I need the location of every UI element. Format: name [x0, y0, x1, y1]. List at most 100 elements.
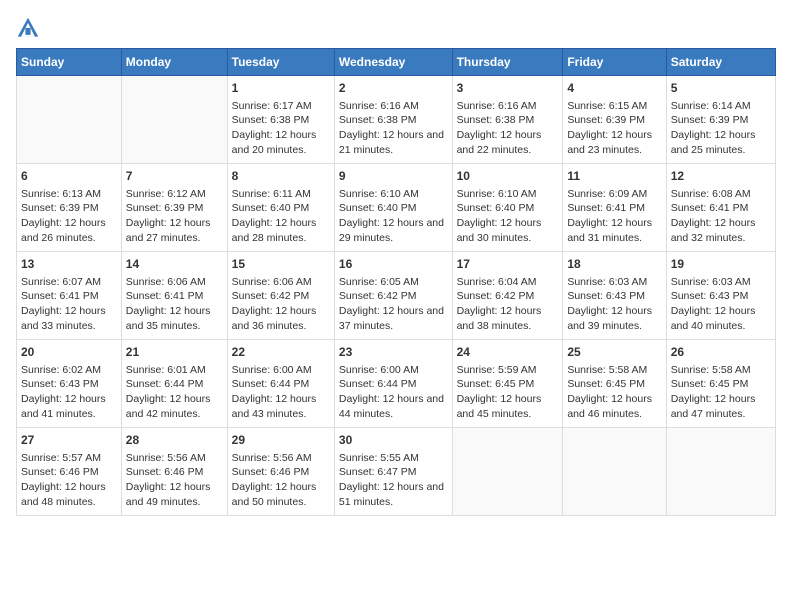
day-number: 8	[232, 168, 330, 185]
day-info: Sunset: 6:45 PM	[671, 377, 771, 392]
calendar-cell: 13Sunrise: 6:07 AMSunset: 6:41 PMDayligh…	[17, 252, 122, 340]
calendar-cell	[666, 428, 775, 516]
day-info: Sunrise: 6:07 AM	[21, 275, 117, 290]
logo	[16, 16, 44, 40]
day-number: 25	[567, 344, 661, 361]
day-info: Sunset: 6:41 PM	[671, 201, 771, 216]
calendar-cell: 4Sunrise: 6:15 AMSunset: 6:39 PMDaylight…	[563, 76, 666, 164]
calendar-cell: 27 Sunrise: 5:57 AMSunset: 6:46 PMDayligh…	[17, 428, 122, 516]
day-info: Sunrise: 6:16 AM	[457, 99, 559, 114]
logo-icon	[16, 16, 40, 40]
day-info: Daylight: 12 hours and 40 minutes.	[671, 304, 771, 333]
day-info: Daylight: 12 hours and 30 minutes.	[457, 216, 559, 245]
day-number: 2	[339, 80, 448, 97]
day-info: Daylight: 12 hours and 22 minutes.	[457, 128, 559, 157]
day-info: Daylight: 12 hours and 41 minutes.	[21, 392, 117, 421]
day-info: Sunrise: 6:04 AM	[457, 275, 559, 290]
day-info: Sunset: 6:47 PM	[339, 465, 448, 480]
calendar-cell: 19Sunrise: 6:03 AMSunset: 6:43 PMDayligh…	[666, 252, 775, 340]
day-info: Daylight: 12 hours and 29 minutes.	[339, 216, 448, 245]
calendar-cell: 30Sunrise: 5:55 AMSunset: 6:47 PMDayligh…	[334, 428, 452, 516]
calendar-week-3: 13Sunrise: 6:07 AMSunset: 6:41 PMDayligh…	[17, 252, 776, 340]
calendar-cell: 3Sunrise: 6:16 AMSunset: 6:38 PMDaylight…	[452, 76, 563, 164]
day-info: Sunrise: 5:55 AM	[339, 451, 448, 466]
day-info: Daylight: 12 hours and 26 minutes.	[21, 216, 117, 245]
day-number: 28	[126, 432, 223, 449]
day-number: 15	[232, 256, 330, 273]
day-info: Sunset: 6:41 PM	[126, 289, 223, 304]
day-info: Daylight: 12 hours and 23 minutes.	[567, 128, 661, 157]
calendar-cell: 28Sunrise: 5:56 AMSunset: 6:46 PMDayligh…	[121, 428, 227, 516]
day-info: Sunrise: 6:00 AM	[339, 363, 448, 378]
day-info: Sunrise: 6:05 AM	[339, 275, 448, 290]
day-number: 9	[339, 168, 448, 185]
day-info: Daylight: 12 hours and 27 minutes.	[126, 216, 223, 245]
day-info: Daylight: 12 hours and 37 minutes.	[339, 304, 448, 333]
day-info: Daylight: 12 hours and 51 minutes.	[339, 480, 448, 509]
day-info: Sunset: 6:39 PM	[21, 201, 117, 216]
day-info: Sunset: 6:43 PM	[21, 377, 117, 392]
day-info: Sunrise: 6:10 AM	[457, 187, 559, 202]
day-number: 22	[232, 344, 330, 361]
day-info: Daylight: 12 hours and 49 minutes.	[126, 480, 223, 509]
calendar-cell: 7Sunrise: 6:12 AMSunset: 6:39 PMDaylight…	[121, 164, 227, 252]
day-info: Daylight: 12 hours and 20 minutes.	[232, 128, 330, 157]
day-info: Sunset: 6:39 PM	[671, 113, 771, 128]
day-info: Sunset: 6:44 PM	[126, 377, 223, 392]
day-info: Daylight: 12 hours and 36 minutes.	[232, 304, 330, 333]
calendar-cell: 1Sunrise: 6:17 AMSunset: 6:38 PMDaylight…	[227, 76, 334, 164]
day-info: Sunset: 6:44 PM	[232, 377, 330, 392]
calendar-cell	[452, 428, 563, 516]
day-info: Sunrise: 6:11 AM	[232, 187, 330, 202]
day-info: Sunset: 6:40 PM	[339, 201, 448, 216]
day-info: Sunrise: 6:13 AM	[21, 187, 117, 202]
day-info: Sunset: 6:43 PM	[671, 289, 771, 304]
day-number: 5	[671, 80, 771, 97]
header-cell-wednesday: Wednesday	[334, 49, 452, 76]
day-info: Sunset: 6:45 PM	[567, 377, 661, 392]
day-info: Sunrise: 5:59 AM	[457, 363, 559, 378]
calendar-cell	[563, 428, 666, 516]
day-info: Sunrise: 6:10 AM	[339, 187, 448, 202]
header-cell-monday: Monday	[121, 49, 227, 76]
day-info: Daylight: 12 hours and 44 minutes.	[339, 392, 448, 421]
day-info: Sunrise: 6:14 AM	[671, 99, 771, 114]
day-number: 17	[457, 256, 559, 273]
calendar-week-2: 6Sunrise: 6:13 AMSunset: 6:39 PMDaylight…	[17, 164, 776, 252]
day-info: Sunrise: 5:58 AM	[567, 363, 661, 378]
day-number: 12	[671, 168, 771, 185]
calendar-cell: 23Sunrise: 6:00 AMSunset: 6:44 PMDayligh…	[334, 340, 452, 428]
day-info: Sunrise: 6:09 AM	[567, 187, 661, 202]
day-info: Sunset: 6:40 PM	[232, 201, 330, 216]
day-info: Sunrise: 6:17 AM	[232, 99, 330, 114]
day-info: Daylight: 12 hours and 32 minutes.	[671, 216, 771, 245]
day-info: Sunrise: 5:56 AM	[232, 451, 330, 466]
day-info: Sunrise: 6:02 AM	[21, 363, 117, 378]
calendar-cell: 20Sunrise: 6:02 AMSunset: 6:43 PMDayligh…	[17, 340, 122, 428]
day-info: Sunset: 6:42 PM	[232, 289, 330, 304]
day-info: Daylight: 12 hours and 46 minutes.	[567, 392, 661, 421]
calendar-cell: 2Sunrise: 6:16 AMSunset: 6:38 PMDaylight…	[334, 76, 452, 164]
calendar-cell: 18Sunrise: 6:03 AMSunset: 6:43 PMDayligh…	[563, 252, 666, 340]
page-header	[16, 16, 776, 40]
calendar-cell: 5Sunrise: 6:14 AMSunset: 6:39 PMDaylight…	[666, 76, 775, 164]
day-info: Sunset: 6:40 PM	[457, 201, 559, 216]
day-info: Sunrise: 6:01 AM	[126, 363, 223, 378]
day-number: 16	[339, 256, 448, 273]
day-info: Sunset: 6:46 PM	[21, 465, 117, 480]
calendar-cell: 26Sunrise: 5:58 AMSunset: 6:45 PMDayligh…	[666, 340, 775, 428]
day-info: Sunset: 6:41 PM	[21, 289, 117, 304]
calendar-cell: 24Sunrise: 5:59 AMSunset: 6:45 PMDayligh…	[452, 340, 563, 428]
day-info: Sunrise: 5:57 AM	[21, 451, 117, 466]
day-info: Daylight: 12 hours and 50 minutes.	[232, 480, 330, 509]
day-info: Sunset: 6:39 PM	[567, 113, 661, 128]
day-number: 3	[457, 80, 559, 97]
day-info: Daylight: 12 hours and 48 minutes.	[21, 480, 117, 509]
calendar-cell: 10Sunrise: 6:10 AMSunset: 6:40 PMDayligh…	[452, 164, 563, 252]
day-info: Daylight: 12 hours and 45 minutes.	[457, 392, 559, 421]
day-info: Daylight: 12 hours and 35 minutes.	[126, 304, 223, 333]
day-number: 26	[671, 344, 771, 361]
day-info: Daylight: 12 hours and 47 minutes.	[671, 392, 771, 421]
day-info: Daylight: 12 hours and 38 minutes.	[457, 304, 559, 333]
day-number: 27	[21, 432, 117, 449]
